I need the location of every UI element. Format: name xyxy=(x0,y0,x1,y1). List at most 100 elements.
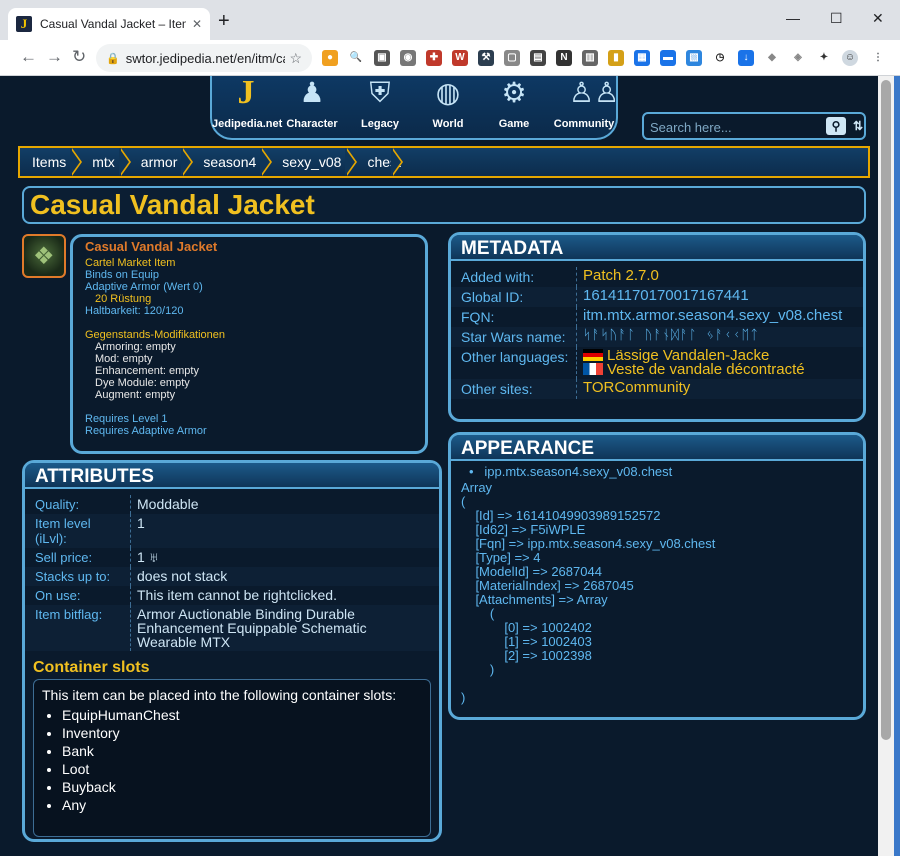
extension-icon[interactable]: ▢ xyxy=(504,50,520,66)
attribute-key: Stacks up to: xyxy=(31,567,131,586)
game-gears-icon: ⚙ xyxy=(501,77,527,108)
extension-icon[interactable]: ▬ xyxy=(660,50,676,66)
metadata-key: Added with: xyxy=(457,267,577,287)
extension-icon[interactable]: ▦ xyxy=(634,50,650,66)
maximize-icon[interactable]: ☐ xyxy=(830,10,843,27)
search-icon[interactable]: ⚲ xyxy=(826,117,846,135)
french-flag-icon xyxy=(583,363,603,375)
minimize-icon[interactable]: — xyxy=(786,10,800,26)
attribute-value: does not stack xyxy=(137,568,228,584)
breadcrumb-item[interactable]: mtx xyxy=(80,148,131,176)
metadata-value: 16141170170017167441 xyxy=(583,287,749,304)
close-tab-icon[interactable]: ✕ xyxy=(192,17,202,31)
extension-icon[interactable]: ▮ xyxy=(608,50,624,66)
container-slots-title: Container slots xyxy=(33,659,150,676)
extension-icon[interactable]: W xyxy=(452,50,468,66)
world-icon: ◍ xyxy=(435,77,461,108)
attribute-row: Quality: Moddable xyxy=(25,495,439,514)
container-slots-text: This item can be placed into the followi… xyxy=(42,687,397,703)
browser-tab-strip: J Casual Vandal Jacket – Items – Jediped… xyxy=(0,0,900,40)
container-slots-list: EquipHumanChest Inventory Bank Loot Buyb… xyxy=(42,706,422,814)
magnifier-extension-icon[interactable]: 🔍 xyxy=(348,50,364,66)
attribute-value: Armor Auctionable Binding Durable Enhanc… xyxy=(137,606,367,650)
metadata-key: Star Wars name: xyxy=(457,327,577,347)
extension-icon[interactable]: ▥ xyxy=(582,50,598,66)
tooltip-armor-type: Adaptive Armor (Wert 0) xyxy=(85,281,203,293)
other-language-link[interactable]: Veste de vandale décontracté xyxy=(607,361,805,378)
attribute-value: This item cannot be rightclicked. xyxy=(137,587,337,603)
page-title-bar: Casual Vandal Jacket xyxy=(22,186,866,224)
nav-label: Legacy xyxy=(361,118,399,130)
menu-kebab-icon[interactable]: ⋮ xyxy=(870,50,886,66)
attribute-key: On use: xyxy=(31,586,131,605)
back-icon[interactable]: ← xyxy=(20,47,37,67)
lock-icon: 🔒 xyxy=(106,52,120,65)
clock-extension-icon[interactable]: ◷ xyxy=(712,50,728,66)
tooltip-mod: Mod: empty xyxy=(95,353,153,365)
metadata-row: Star Wars name: ᛋᚨᛋᚢᚨᛚ ᚢᚨᚾᛞᚨᛚ ᛃᚨᚲᚲᛖᛏ xyxy=(451,327,863,347)
attribute-row: On use: This item cannot be rightclicked… xyxy=(25,586,439,605)
search-options-icon[interactable]: ⇅ xyxy=(848,117,868,135)
metadata-key: Other languages: xyxy=(457,347,577,379)
window-close-icon[interactable]: ✕ xyxy=(872,10,884,27)
metadata-row: Global ID: 16141170170017167441 xyxy=(451,287,863,307)
extension-icon[interactable]: ◈ xyxy=(790,50,806,66)
breadcrumb-item[interactable]: sexy_v08 xyxy=(270,148,358,176)
legacy-icon: ⛨ xyxy=(369,77,391,108)
breadcrumb-item[interactable]: chest xyxy=(355,148,404,176)
german-flag-icon xyxy=(583,349,603,361)
nav-world[interactable]: ◍ World xyxy=(414,76,482,134)
item-tooltip: Casual Vandal Jacket Cartel Market Item … xyxy=(70,234,428,454)
breadcrumb-item[interactable]: armor xyxy=(129,148,193,176)
extension-icon[interactable]: ● xyxy=(322,50,338,66)
browser-tab[interactable]: J Casual Vandal Jacket – Items – Jediped… xyxy=(8,8,210,40)
extension-icon[interactable]: ⚒ xyxy=(478,50,494,66)
extension-icon[interactable]: ◆ xyxy=(764,50,780,66)
url-field[interactable]: 🔒 swtor.jedipedia.net/en/itm/ca... ☆ xyxy=(96,44,312,72)
attribute-row: Sell price: 1 ♅ xyxy=(25,548,439,567)
attributes-panel: ATTRIBUTES Quality: Moddable Item level … xyxy=(22,460,442,842)
scrollbar-thumb[interactable] xyxy=(881,80,891,740)
extension-icon[interactable]: ▣ xyxy=(374,50,390,66)
appearance-bullet: • ipp.mtx.season4.sexy_v08.chest xyxy=(469,464,673,479)
attribute-key: Quality: xyxy=(31,495,131,514)
list-item: Bank xyxy=(62,742,422,760)
nav-label: Jedipedia.net xyxy=(212,118,283,130)
page-content: J Jedipedia.net ♟ Character ⛨ Legacy ◍ W… xyxy=(10,76,878,856)
forward-icon[interactable]: → xyxy=(46,47,63,67)
metadata-key: Global ID: xyxy=(457,287,577,307)
nav-community[interactable]: ♙♙ Community xyxy=(550,76,619,134)
page-scrollbar[interactable] xyxy=(878,76,894,856)
tooltip-mod: Dye Module: empty xyxy=(95,377,190,389)
reload-icon[interactable]: ↻ xyxy=(72,47,86,67)
attribute-row: Item level (iLvl): 1 xyxy=(25,514,439,548)
extension-icon[interactable]: ▧ xyxy=(686,50,702,66)
download-extension-icon[interactable]: ↓ xyxy=(738,50,754,66)
search-input[interactable] xyxy=(650,118,822,136)
attribute-value: Moddable xyxy=(137,496,199,512)
profile-avatar[interactable]: ☺ xyxy=(842,50,858,66)
bookmark-star-icon[interactable]: ☆ xyxy=(289,50,302,67)
metadata-row: Other sites: TORCommunity xyxy=(451,379,863,399)
shield-extension-icon[interactable]: ✚ xyxy=(426,50,442,66)
extension-icon[interactable]: N xyxy=(556,50,572,66)
extension-icon[interactable]: ▤ xyxy=(530,50,546,66)
nav-character[interactable]: ♟ Character xyxy=(278,76,346,134)
tooltip-armor-value: 20 Rüstung xyxy=(95,293,152,305)
new-tab-icon[interactable]: + xyxy=(218,11,230,31)
attribute-value: 1 xyxy=(137,515,145,531)
nav-game[interactable]: ⚙ Game xyxy=(480,76,548,134)
nav-jedipedia[interactable]: J Jedipedia.net xyxy=(212,76,283,134)
breadcrumb-item[interactable]: Items xyxy=(20,148,83,176)
metadata-value: Patch 2.7.0 xyxy=(583,267,659,284)
breadcrumb: Items mtx armor season4 sexy_v08 chest xyxy=(18,146,870,178)
nav-legacy[interactable]: ⛨ Legacy xyxy=(346,76,414,134)
tooltip-item-name: Casual Vandal Jacket xyxy=(85,239,218,254)
torcommunity-link[interactable]: TORCommunity xyxy=(577,379,857,399)
list-item: EquipHumanChest xyxy=(62,706,422,724)
main-navigation: J Jedipedia.net ♟ Character ⛨ Legacy ◍ W… xyxy=(210,76,619,140)
list-item: Loot xyxy=(62,760,422,778)
camera-extension-icon[interactable]: ◉ xyxy=(400,50,416,66)
breadcrumb-item[interactable]: season4 xyxy=(191,148,273,176)
puzzle-extensions-icon[interactable]: ✦ xyxy=(816,50,832,66)
